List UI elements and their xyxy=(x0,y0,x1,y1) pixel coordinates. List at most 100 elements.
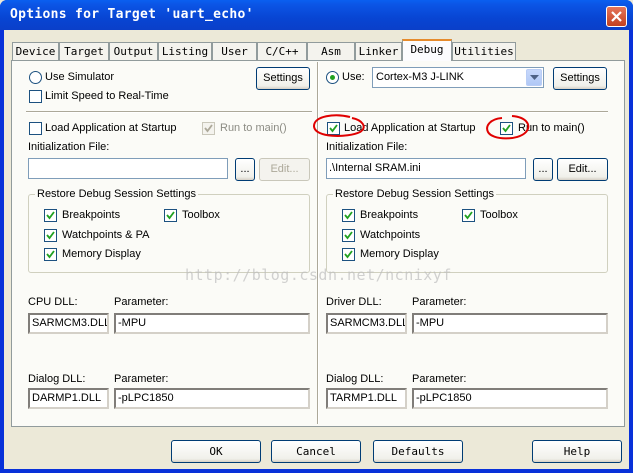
checkmark-icon xyxy=(329,124,338,133)
right-init-file-input[interactable]: .\Internal SRAM.ini xyxy=(326,158,526,179)
tab-target[interactable]: Target xyxy=(59,42,109,60)
driver-dll-label: Driver DLL: xyxy=(326,296,382,308)
limit-speed-label: Limit Speed to Real-Time xyxy=(45,90,169,102)
use-simulator-label: Use Simulator xyxy=(45,71,115,83)
left-watchpoints-checkbox[interactable] xyxy=(44,229,57,242)
tab-label: Asm xyxy=(321,45,341,58)
left-dialog-dll-label: Dialog DLL: xyxy=(28,373,86,385)
driver-param-input[interactable]: -MPU xyxy=(412,313,608,334)
tab-listing[interactable]: Listing xyxy=(158,42,212,60)
right-browse-button[interactable]: ... xyxy=(533,158,553,181)
cpu-dll-input[interactable]: SARMCM3.DLL xyxy=(28,313,109,334)
title-bar[interactable]: Options for Target 'uart_echo' xyxy=(0,0,633,30)
checkmark-icon xyxy=(344,231,353,240)
left-dialog-dll-input[interactable]: DARMP1.DLL xyxy=(28,388,109,409)
checkmark-icon xyxy=(502,124,511,133)
debugger-settings-button[interactable]: Settings xyxy=(553,67,607,90)
tab-label: Listing xyxy=(161,45,209,58)
left-restore-group-title: Restore Debug Session Settings xyxy=(35,188,198,200)
checkmark-icon xyxy=(344,211,353,220)
tab-user[interactable]: User xyxy=(212,42,257,60)
close-icon xyxy=(611,11,622,22)
right-run-to-main-checkbox[interactable] xyxy=(500,122,513,135)
tab-label: Target xyxy=(64,45,104,58)
left-memory-display-checkbox[interactable] xyxy=(44,248,57,261)
tab-utilities[interactable]: Utilities xyxy=(452,42,516,60)
cancel-button[interactable]: Cancel xyxy=(271,440,361,463)
tab-label: User xyxy=(221,45,248,58)
close-button[interactable] xyxy=(606,6,627,27)
chevron-down-icon[interactable] xyxy=(526,69,542,86)
cpu-param-label: Parameter: xyxy=(114,296,169,308)
tab-label: Output xyxy=(113,45,154,58)
checkmark-icon xyxy=(204,124,213,133)
left-memory-display-label: Memory Display xyxy=(62,248,141,260)
tab-asm[interactable]: Asm xyxy=(307,42,355,60)
tab-output[interactable]: Output xyxy=(109,42,158,60)
left-toolbox-checkbox[interactable] xyxy=(164,209,177,222)
left-dialog-param-input[interactable]: -pLPC1850 xyxy=(114,388,310,409)
tab-label: C/C++ xyxy=(265,45,299,58)
right-breakpoints-label: Breakpoints xyxy=(360,209,419,221)
limit-speed-checkbox[interactable] xyxy=(29,90,42,103)
dialog-client-area: Device Target Output Listing User C/C++ … xyxy=(4,30,629,469)
tab-debug[interactable]: Debug xyxy=(402,39,452,61)
left-init-file-label: Initialization File: xyxy=(28,141,110,153)
checkmark-icon xyxy=(46,211,55,220)
left-init-file-input[interactable] xyxy=(28,158,228,179)
checkmark-icon xyxy=(344,250,353,259)
right-dialog-dll-input[interactable]: TARMP1.DLL xyxy=(326,388,407,409)
tab-c-cpp[interactable]: C/C++ xyxy=(257,42,307,60)
right-run-to-main-label: Run to main() xyxy=(518,122,585,134)
left-run-to-main-label: Run to main() xyxy=(220,122,287,134)
left-edit-button[interactable]: Edit... xyxy=(259,158,310,181)
checkmark-icon xyxy=(46,250,55,259)
separator-line xyxy=(324,111,608,113)
tab-device[interactable]: Device xyxy=(12,42,59,60)
right-load-app-label: Load Application at Startup xyxy=(344,122,476,134)
ok-button[interactable]: OK xyxy=(171,440,261,463)
cpu-param-input[interactable]: -MPU xyxy=(114,313,310,334)
left-load-app-label: Load Application at Startup xyxy=(45,122,177,134)
defaults-button[interactable]: Defaults xyxy=(373,440,463,463)
right-toolbox-checkbox[interactable] xyxy=(462,209,475,222)
left-breakpoints-checkbox[interactable] xyxy=(44,209,57,222)
tab-label: Utilities xyxy=(454,45,514,58)
left-watchpoints-label: Watchpoints & PA xyxy=(62,229,150,241)
right-memory-display-checkbox[interactable] xyxy=(342,248,355,261)
debugger-select-value: Cortex-M3 J-LINK xyxy=(376,71,465,83)
checkmark-icon xyxy=(46,231,55,240)
debugger-select[interactable]: Cortex-M3 J-LINK xyxy=(372,67,544,88)
left-dialog-param-label: Parameter: xyxy=(114,373,169,385)
left-breakpoints-label: Breakpoints xyxy=(62,209,121,221)
checkmark-icon xyxy=(166,211,175,220)
left-browse-button[interactable]: ... xyxy=(235,158,255,181)
right-load-app-checkbox[interactable] xyxy=(327,122,340,135)
tab-label: Linker xyxy=(358,45,399,58)
checkmark-icon xyxy=(464,211,473,220)
right-watchpoints-checkbox[interactable] xyxy=(342,229,355,242)
right-dialog-param-input[interactable]: -pLPC1850 xyxy=(412,388,608,409)
tab-linker[interactable]: Linker xyxy=(355,42,402,60)
use-debugger-radio[interactable] xyxy=(326,71,339,84)
simulator-settings-button[interactable]: Settings xyxy=(256,67,310,90)
window-title: Options for Target 'uart_echo' xyxy=(10,7,254,22)
dialog-window: Options for Target 'uart_echo' Device Ta… xyxy=(0,0,633,473)
tab-label: Device xyxy=(15,45,56,58)
left-load-app-checkbox[interactable] xyxy=(29,122,42,135)
right-watchpoints-label: Watchpoints xyxy=(360,229,421,241)
right-breakpoints-checkbox[interactable] xyxy=(342,209,355,222)
help-button[interactable]: Help xyxy=(532,440,622,463)
left-run-to-main-checkbox[interactable] xyxy=(202,122,215,135)
separator-line xyxy=(26,111,312,113)
right-dialog-dll-label: Dialog DLL: xyxy=(326,373,384,385)
use-simulator-radio[interactable] xyxy=(29,71,42,84)
right-dialog-param-label: Parameter: xyxy=(412,373,467,385)
cpu-dll-label: CPU DLL: xyxy=(28,296,78,308)
driver-dll-input[interactable]: SARMCM3.DLL xyxy=(326,313,407,334)
driver-param-label: Parameter: xyxy=(412,296,467,308)
right-edit-button[interactable]: Edit... xyxy=(557,158,608,181)
vertical-divider xyxy=(317,62,319,424)
right-restore-group-title: Restore Debug Session Settings xyxy=(333,188,496,200)
right-memory-display-label: Memory Display xyxy=(360,248,439,260)
